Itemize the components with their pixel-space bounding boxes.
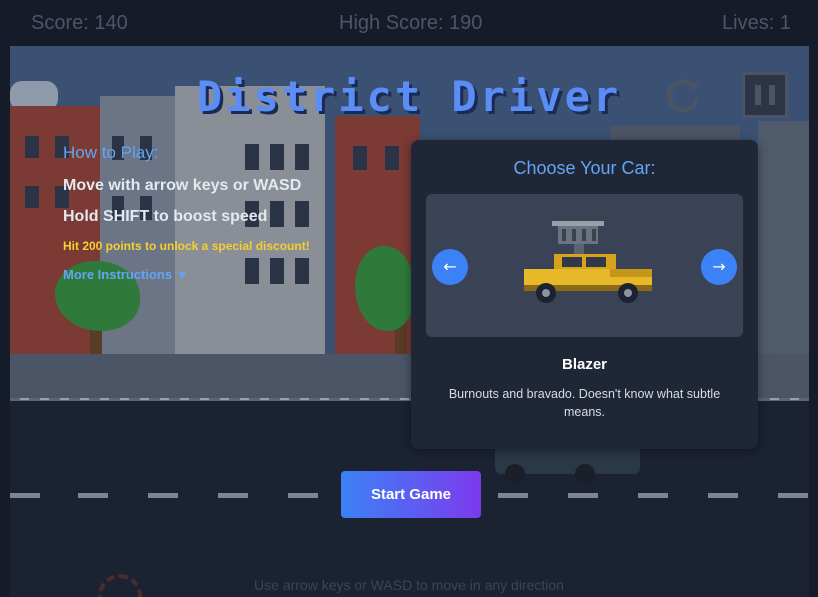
tree	[355, 246, 415, 331]
score-display: Score: 140	[31, 12, 128, 34]
more-instructions-toggle[interactable]: More Instructions ▼	[63, 267, 310, 282]
instructions-panel: How to Play: Move with arrow keys or WAS…	[63, 143, 310, 282]
car-description: Burnouts and bravado. Doesn't know what …	[448, 387, 721, 419]
blazer-car-icon	[524, 221, 652, 303]
instruction-move: Move with arrow keys or WASD	[63, 177, 302, 194]
instruction-boost: Hold SHIFT to boost speed	[63, 208, 268, 225]
controls-hint: Use arrow keys or WASD to move in any di…	[254, 577, 564, 593]
restart-icon[interactable]	[663, 76, 703, 116]
building	[758, 121, 809, 354]
discount-promo: Hit 200 points to unlock a special disco…	[63, 239, 310, 253]
car-select-heading: Choose Your Car:	[513, 158, 656, 178]
background-car-wheel	[505, 464, 525, 484]
car-select-panel: Choose Your Car: ← → Blazer Burnouts and…	[411, 140, 758, 449]
high-score-display: High Score: 190	[339, 12, 483, 34]
start-game-button[interactable]: Start Game	[341, 471, 481, 518]
lives-display: Lives: 1	[722, 12, 791, 34]
car-preview	[426, 194, 743, 337]
background-car-wheel	[575, 464, 595, 484]
instructions-heading: How to Play:	[63, 143, 159, 162]
prev-car-button[interactable]: ←	[432, 249, 468, 285]
pause-button[interactable]	[742, 72, 788, 118]
next-car-button[interactable]: →	[701, 249, 737, 285]
car-name: Blazer	[561, 356, 608, 373]
hud-bar: Score: 140 High Score: 190 Lives: 1	[0, 0, 818, 46]
pause-icon	[755, 85, 761, 105]
